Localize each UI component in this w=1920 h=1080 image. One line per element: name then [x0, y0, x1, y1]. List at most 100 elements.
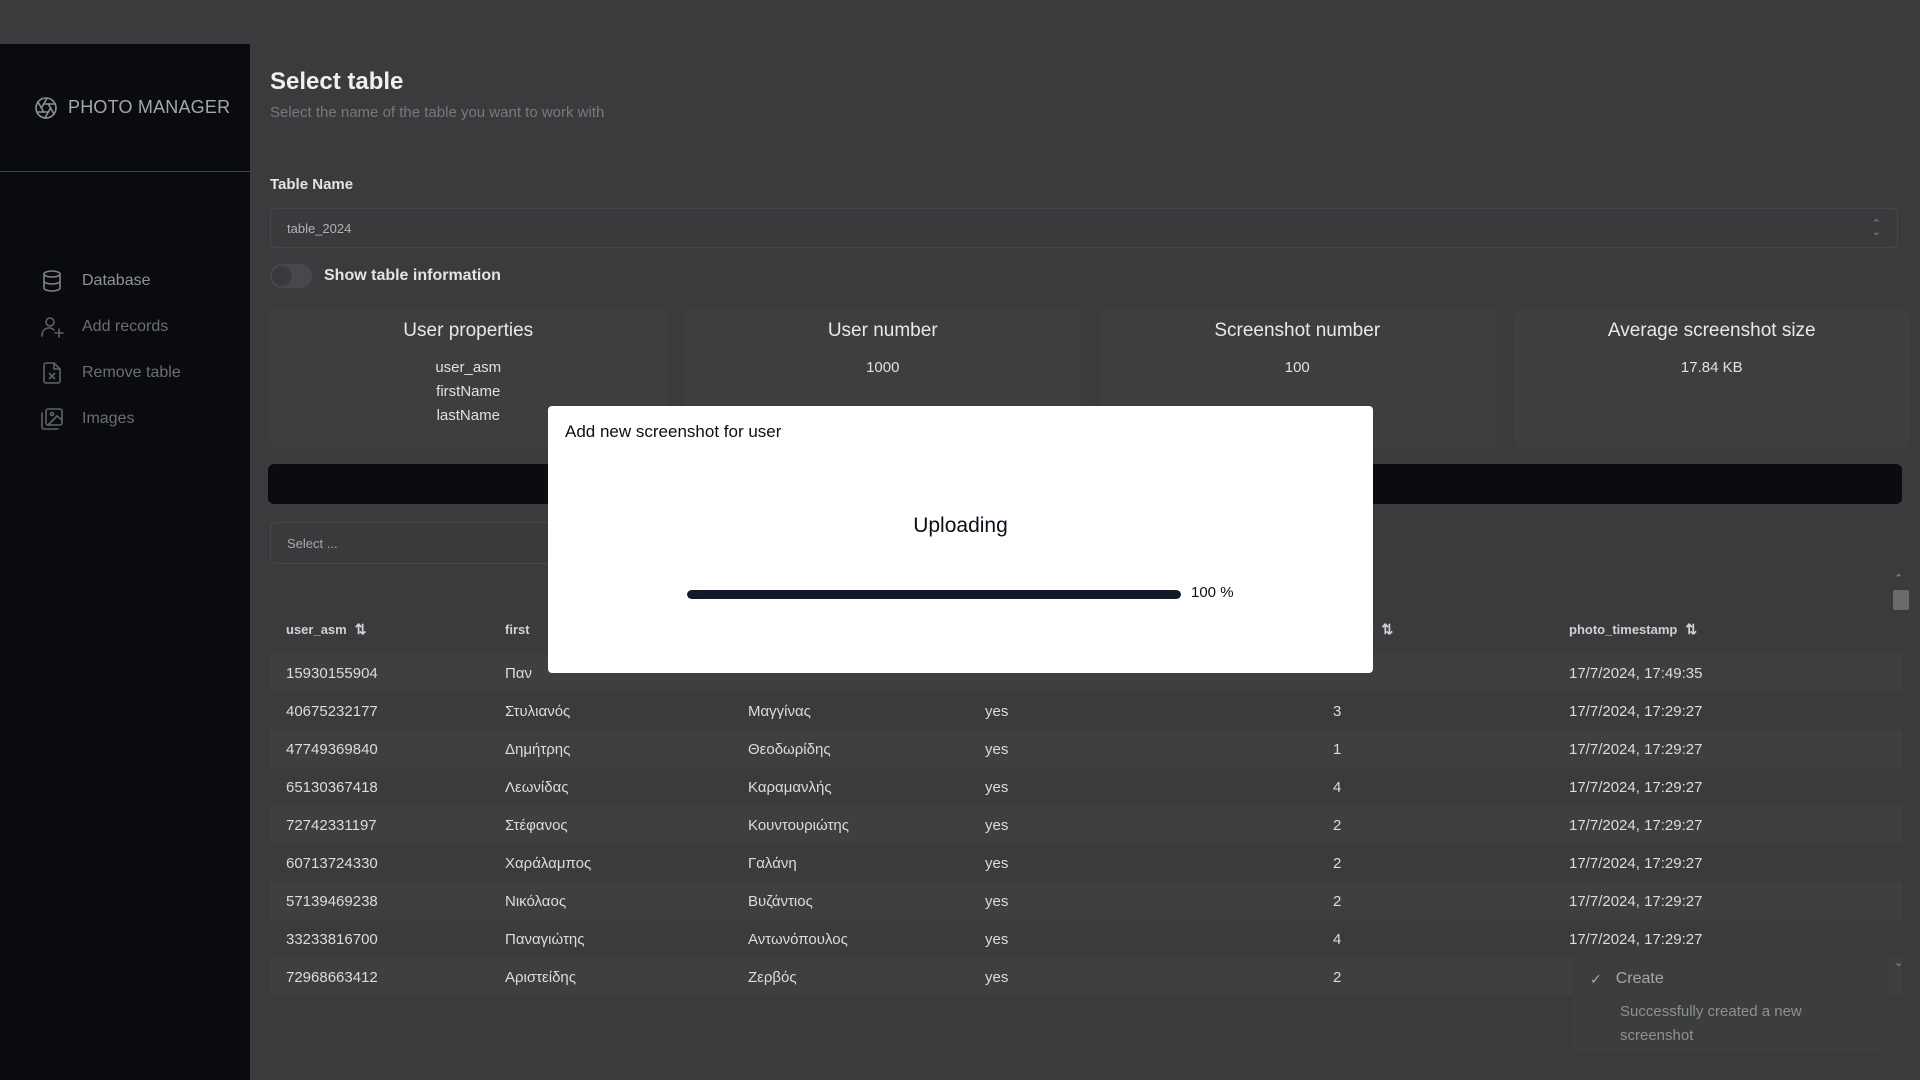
table-cell: Καραμανλής — [748, 778, 832, 796]
table-cell: 65130367418 — [286, 778, 378, 796]
sidebar-item-database[interactable]: Database — [40, 258, 181, 304]
table-name-select[interactable]: table_2024 ⌃ ⌄ — [270, 208, 1898, 248]
column-filter-select[interactable]: Select ... — [270, 522, 560, 564]
upload-progress-fill — [687, 590, 1181, 599]
table-cell: 17/7/2024, 17:49:35 — [1569, 664, 1703, 682]
table-row[interactable]: 40675232177 Στυλιανός Μαγγίνας yes 3 17/7/202… — [270, 692, 1902, 730]
table-cell: Στέφανος — [505, 816, 568, 834]
stat-value: 17.84 KB — [1680, 359, 1743, 376]
scrollbar-thumb[interactable] — [1893, 590, 1909, 610]
sidebar-item-label: Database — [82, 272, 151, 289]
sidebar-item-label: Add records — [82, 318, 169, 335]
upload-progress-label: 100 % — [1191, 584, 1234, 601]
sort-icon[interactable]: ⇅ — [1381, 621, 1393, 638]
table-cell: 72742331197 — [286, 816, 377, 834]
aperture-icon — [35, 96, 57, 119]
table-row[interactable]: 65130367418 Λεωνίδας Καραμανλής yes 4 17/7/20… — [270, 768, 1902, 806]
page-subtitle: Select the name of the table you want to… — [270, 104, 605, 121]
sort-icon[interactable]: ⇅ — [355, 621, 367, 638]
user-plus-icon — [41, 317, 64, 338]
modal-title: Add new screenshot for user — [565, 422, 782, 441]
upload-modal: Add new screenshot for user Uploading 10… — [548, 406, 1373, 673]
table-cell: 1 — [1333, 740, 1342, 758]
table-row[interactable]: 72742331197 Στέφανος Κουντουριώτης yes 2 17/7… — [270, 806, 1902, 844]
database-icon — [43, 270, 61, 292]
stat-value: 100 — [1284, 359, 1310, 376]
table-cell: Γαλάνη — [748, 854, 797, 872]
table-cell: yes — [985, 816, 1009, 834]
check-icon: ✓ — [1590, 970, 1602, 987]
sidebar-item-add-records[interactable]: Add records — [40, 304, 181, 350]
stat-value: user_asm — [435, 359, 502, 376]
table-cell: 2 — [1333, 968, 1342, 986]
top-bar — [0, 0, 1920, 44]
show-info-toggle[interactable] — [270, 264, 312, 288]
page-title: Select table — [270, 68, 404, 95]
column-header-user-asm[interactable]: user_asm ⇅ — [270, 621, 505, 638]
table-cell: yes — [985, 892, 1009, 910]
stat-title: Screenshot number — [1214, 320, 1381, 341]
table-cell: 17/7/2024, 17:29:27 — [1569, 930, 1703, 948]
table-body: 15930155904 Παν 17/7/2024, 17:49:35 4067523… — [270, 654, 1902, 996]
table-cell: Αντωνόπουλος — [748, 930, 848, 948]
table-cell: Δημήτρης — [505, 740, 571, 758]
table-cell: 47749369840 — [286, 740, 378, 758]
table-cell: 57139469238 — [286, 892, 378, 910]
table-cell: 4 — [1333, 930, 1342, 948]
table-cell: Στυλιανός — [505, 702, 571, 720]
table-cell: 15930155904 — [286, 664, 378, 682]
sidebar-item-images[interactable]: Images — [40, 396, 181, 442]
column-header-photo-timestamp[interactable]: photo_timestamp ⇅ — [1569, 621, 1869, 638]
table-row[interactable]: 47749369840 Δημήτρης Θεοδωρίδης yes 1 17/7/20… — [270, 730, 1902, 768]
stat-value: firstName — [436, 383, 501, 400]
scroll-up-icon[interactable]: ⌃ — [1894, 572, 1903, 585]
table-cell: 17/7/2024, 17:29:27 — [1569, 740, 1703, 758]
table-cell: 3 — [1333, 702, 1342, 720]
toast-header: ✓ Create — [1590, 970, 1872, 988]
table-cell: 33233816700 — [286, 930, 378, 948]
table-cell: 72968663412 — [286, 968, 378, 986]
table-cell: Κουντουριώτης — [748, 816, 849, 834]
table-row[interactable]: 57139469238 Νικόλαος Βυζάντιος yes 2 17/7/202… — [270, 882, 1902, 920]
table-row[interactable]: 60713724330 Χαράλαμπος Γαλάνη yes 2 17/7/2024… — [270, 844, 1902, 882]
brand-name: PHOTO MANAGER — [68, 97, 231, 117]
brand[interactable]: PHOTO MANAGER — [0, 44, 250, 172]
file-x-icon — [43, 362, 61, 384]
table-cell: Παναγιώτης — [505, 930, 585, 948]
table-cell: yes — [985, 968, 1009, 986]
table-cell: Χαράλαμπος — [505, 854, 592, 872]
stat-card-average-size: Average screenshot size 17.84 KB — [1513, 308, 1910, 448]
table-cell: 17/7/2024, 17:29:27 — [1569, 892, 1703, 910]
stat-title: Average screenshot size — [1607, 320, 1816, 341]
table-cell: 17/7/2024, 17:29:27 — [1569, 778, 1703, 796]
table-cell: yes — [985, 854, 1009, 872]
table-cell: Βυζάντιος — [748, 892, 813, 910]
table-name-value: table_2024 — [287, 220, 352, 236]
table-cell: yes — [985, 778, 1009, 796]
table-cell: Αριστείδης — [505, 968, 576, 986]
table-cell: Μαγγίνας — [748, 702, 811, 720]
stat-value: 1000 — [866, 359, 900, 376]
table-cell: 2 — [1333, 854, 1342, 872]
table-cell: 2 — [1333, 892, 1342, 910]
sidebar-item-label: Images — [82, 410, 135, 427]
sidebar-item-remove-table[interactable]: Remove table — [40, 350, 181, 396]
show-info-label: Show table information — [324, 267, 501, 284]
stat-title: User number — [827, 320, 938, 341]
images-icon — [41, 408, 63, 430]
sidebar-nav: Database Add records Remove table Images — [40, 258, 181, 442]
sidebar-item-label: Remove table — [82, 364, 181, 381]
table-name-label: Table Name — [270, 176, 354, 193]
table-cell: 4 — [1333, 778, 1342, 796]
table-cell: 40675232177 — [286, 702, 378, 720]
table-cell: yes — [985, 930, 1009, 948]
upload-progress-bar — [687, 590, 1181, 599]
filter-placeholder: Select ... — [287, 535, 338, 551]
toast-message: Successfully created a new screenshot — [1620, 1003, 1802, 1044]
table-cell: 17/7/2024, 17:29:27 — [1569, 854, 1703, 872]
sort-icon[interactable]: ⇅ — [1685, 621, 1697, 638]
table-cell: 60713724330 — [286, 854, 378, 872]
table-cell: yes — [985, 702, 1009, 720]
scroll-down-icon[interactable]: ⌄ — [1894, 956, 1903, 969]
stat-title: User properties — [403, 320, 534, 341]
